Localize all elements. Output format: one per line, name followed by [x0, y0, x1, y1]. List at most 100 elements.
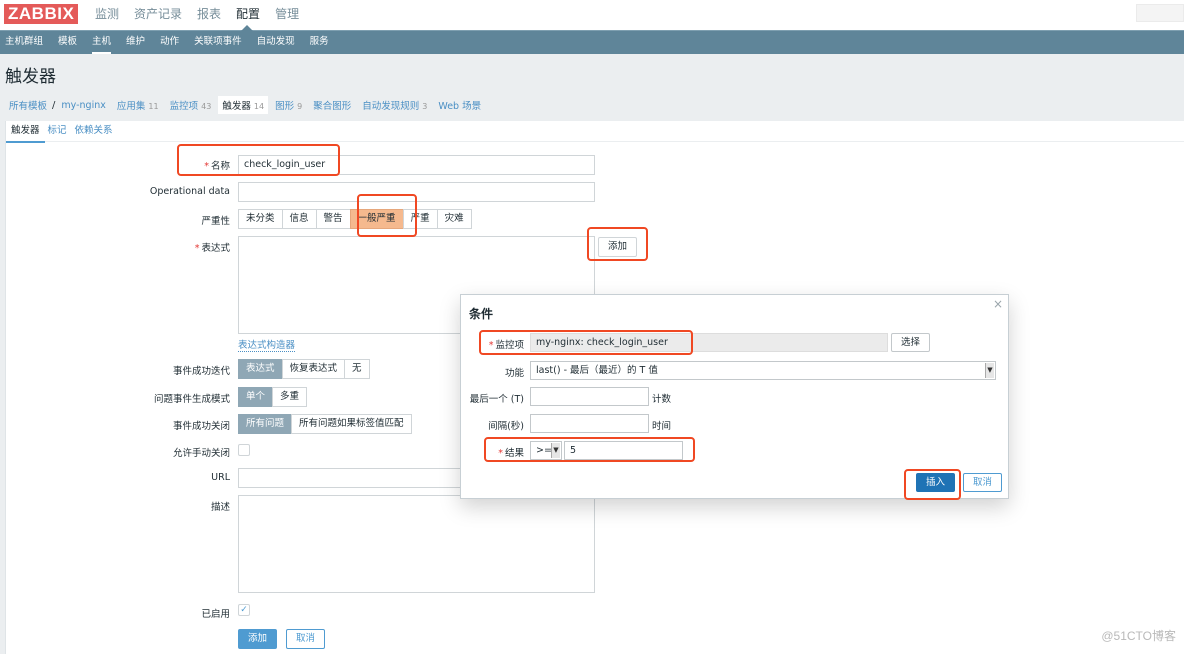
last-t-unit: 计数 [652, 394, 672, 405]
interval-unit: 时间 [652, 421, 672, 432]
operational-data-label: Operational data [149, 186, 230, 197]
dropdown-arrow-icon: ▼ [985, 363, 994, 378]
ok-event-generation-selector: 表达式 恢复表达式 无 [238, 359, 370, 379]
severity-disaster[interactable]: 灾难 [436, 209, 472, 229]
description-textarea[interactable] [238, 495, 595, 593]
main-menu-inventory[interactable]: 资产记录 [134, 6, 182, 22]
zabbix-logo[interactable]: ZABBIX [4, 4, 79, 24]
main-menu: 监测 资产记录 报表 配置 管理 [95, 6, 314, 22]
severity-not-classified[interactable]: 未分类 [238, 209, 283, 229]
main-menu-reports[interactable]: 报表 [197, 6, 221, 22]
ok-event-recovery-expression[interactable]: 恢复表达式 [281, 359, 346, 379]
required-asterisk: * [498, 448, 503, 459]
tab-trigger[interactable]: 触发器 [6, 121, 44, 143]
breadcrumb-applications[interactable]: 应用集 11 [113, 96, 163, 114]
breadcrumb-discovery-rules[interactable]: 自动发现规则 3 [358, 96, 431, 114]
sub-menu-discovery[interactable]: 自动发现 [257, 31, 295, 53]
problem-mode-selector: 单个 多重 [238, 387, 308, 407]
sub-menu-event-correlation[interactable]: 关联项事件 [194, 31, 242, 53]
active-menu-caret-icon [241, 25, 253, 31]
breadcrumb-web-scenarios[interactable]: Web 场景 [434, 96, 485, 114]
ok-event-expression[interactable]: 表达式 [238, 359, 283, 379]
last-t-input[interactable] [530, 387, 649, 406]
expression-constructor-link[interactable]: 表达式构造器 [238, 337, 296, 352]
add-expression-button[interactable]: 添加 [598, 237, 638, 257]
main-menu-administration[interactable]: 管理 [275, 6, 299, 22]
breadcrumb: 所有模板 / my-nginx 应用集 11 监控项 43 触发器 14 图形 … [5, 96, 488, 114]
close-icon[interactable]: × [993, 297, 1003, 311]
sub-menu-actions[interactable]: 动作 [160, 31, 179, 53]
required-asterisk: * [488, 340, 494, 351]
tab-dependencies[interactable]: 依赖关系 [75, 121, 113, 141]
severity-high[interactable]: 严重 [402, 209, 438, 229]
severity-warning[interactable]: 警告 [315, 209, 351, 229]
breadcrumb-all-templates[interactable]: 所有模板 [5, 96, 51, 114]
interval-input[interactable] [530, 414, 649, 433]
breadcrumb-count: 43 [201, 102, 212, 111]
item-label: * 监控项 [461, 337, 524, 351]
submit-add-button[interactable]: 添加 [238, 629, 278, 649]
function-label: 功能 [504, 368, 524, 379]
checkmark-icon: ✓ [240, 605, 248, 615]
problem-mode-label: 问题事件生成模式 [153, 394, 230, 405]
url-label: URL [211, 472, 230, 483]
select-item-button[interactable]: 选择 [891, 333, 931, 352]
insert-button[interactable]: 插入 [916, 473, 956, 492]
function-select[interactable]: last() - 最后（最近）的 T 值 ▼ [530, 361, 996, 380]
name-label: * 名称 [6, 158, 230, 172]
sub-menu-templates[interactable]: 模板 [58, 31, 77, 53]
ok-close-tag-match[interactable]: 所有问题如果标签值匹配 [291, 414, 412, 434]
function-select-value: last() - 最后（最近）的 T 值 [536, 365, 658, 376]
enabled-label: 已启用 [201, 609, 230, 620]
enabled-checkbox[interactable]: ✓ [238, 604, 250, 616]
required-asterisk: * [204, 161, 209, 172]
sub-menu-services[interactable]: 服务 [310, 31, 329, 53]
interval-label: 间隔(秒) [488, 421, 524, 432]
name-input[interactable]: check_login_user [238, 155, 595, 175]
breadcrumb-screens[interactable]: 聚合图形 [309, 96, 355, 114]
breadcrumb-count: 3 [422, 102, 428, 111]
operational-data-input[interactable] [238, 182, 595, 202]
breadcrumb-label: 监控项 [169, 101, 199, 112]
page-title: 触发器 [5, 67, 56, 87]
item-input[interactable]: my-nginx: check_login_user [530, 333, 888, 352]
tab-tags[interactable]: 标记 [48, 121, 67, 141]
breadcrumb-items[interactable]: 监控项 43 [166, 96, 216, 114]
result-value-input[interactable]: 5 [564, 441, 683, 460]
manual-close-checkbox[interactable] [238, 444, 250, 456]
ok-event-generation-label: 事件成功迭代 [172, 366, 230, 377]
result-operator-select[interactable]: >= ▼ [530, 441, 562, 460]
breadcrumb-count: 14 [253, 102, 265, 111]
sub-menu-hosts[interactable]: 主机 [92, 31, 112, 54]
result-label: * 结果 [461, 445, 524, 459]
breadcrumb-host[interactable]: my-nginx [57, 98, 109, 113]
watermark: @51CTO博客 [1101, 629, 1176, 643]
last-t-label: 最后一个 (T) [469, 394, 524, 405]
problem-mode-multiple[interactable]: 多重 [272, 387, 308, 407]
ok-event-none[interactable]: 无 [344, 359, 370, 379]
dialog-cancel-button[interactable]: 取消 [963, 473, 1003, 492]
top-header: ZABBIX 监测 资产记录 报表 配置 管理 [0, 0, 1184, 30]
breadcrumb-label: 图形 [275, 101, 295, 112]
sub-menu-host-groups[interactable]: 主机群组 [5, 31, 43, 53]
ok-close-all-problems[interactable]: 所有问题 [238, 414, 293, 434]
problem-mode-single[interactable]: 单个 [238, 387, 274, 407]
breadcrumb-label: Web 场景 [438, 101, 482, 112]
global-search-input[interactable] [1136, 4, 1184, 22]
severity-average[interactable]: 一般严重 [349, 209, 404, 229]
severity-selector: 未分类 信息 警告 一般严重 严重 灾难 [238, 209, 472, 229]
breadcrumb-label: 触发器 [222, 101, 251, 112]
breadcrumb-label: 聚合图形 [313, 101, 352, 112]
result-operator-value: >= [536, 445, 552, 456]
breadcrumb-triggers[interactable]: 触发器 14 [218, 96, 269, 114]
breadcrumb-count: 11 [148, 102, 159, 111]
condition-dialog-title: 条件 [469, 307, 494, 321]
main-menu-monitoring[interactable]: 监测 [95, 6, 119, 22]
manual-close-label: 允许手动关闭 [172, 448, 230, 459]
required-asterisk: * [194, 243, 200, 254]
sub-menu-maintenance[interactable]: 维护 [126, 31, 145, 53]
breadcrumb-graphs[interactable]: 图形 9 [271, 96, 306, 114]
main-menu-configuration[interactable]: 配置 [236, 6, 260, 22]
severity-information[interactable]: 信息 [281, 209, 317, 229]
form-cancel-button[interactable]: 取消 [286, 629, 326, 649]
